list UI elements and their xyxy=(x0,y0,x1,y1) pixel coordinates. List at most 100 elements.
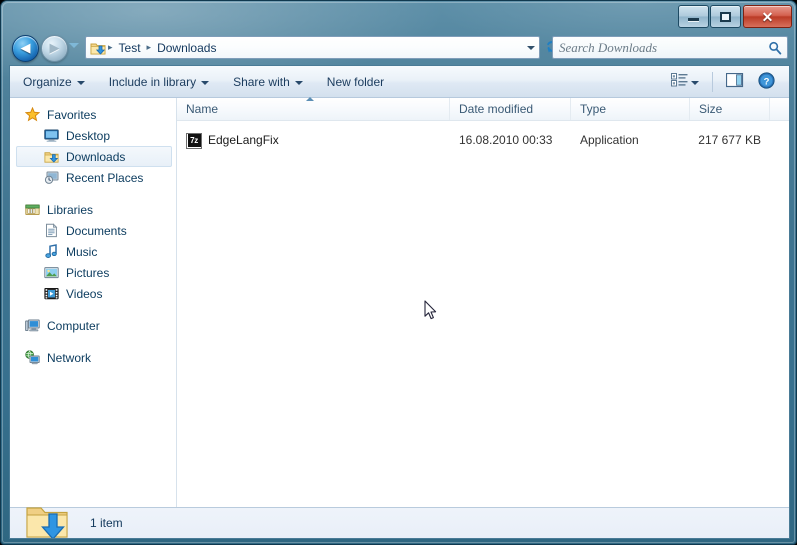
sevenzip-sfx-icon: 7z xyxy=(186,132,202,149)
column-header-type[interactable]: Type xyxy=(571,98,690,120)
column-header-spacer[interactable] xyxy=(770,98,789,120)
sidebar-item-label: Documents xyxy=(66,223,127,238)
column-header-name[interactable]: Name xyxy=(177,98,450,120)
forward-button[interactable]: ▶ xyxy=(41,35,68,62)
address-dropdown-button[interactable] xyxy=(522,37,539,58)
change-view-button[interactable] xyxy=(665,69,705,95)
toolbar-button-new-folder[interactable]: New folder xyxy=(316,69,395,95)
toolbar-label: Share with xyxy=(233,74,290,89)
sidebar-item-label: Desktop xyxy=(66,128,111,143)
downloads-folder-large-icon xyxy=(24,502,70,538)
nav-group-libraries: Libraries Documents Music Pictures Video… xyxy=(10,199,176,304)
computer-icon xyxy=(24,318,40,334)
sidebar-item-label: Favorites xyxy=(47,107,97,122)
file-type-cell: Application xyxy=(580,133,639,147)
file-name-label: EdgeLangFix xyxy=(208,133,279,147)
search-icon[interactable] xyxy=(763,41,787,55)
minimize-icon xyxy=(688,17,699,21)
search-input[interactable] xyxy=(553,38,763,57)
minimize-button[interactable] xyxy=(678,5,709,28)
recent-places-icon xyxy=(43,170,59,186)
sidebar-item-pictures[interactable]: Pictures xyxy=(10,262,176,283)
desktop-icon xyxy=(43,128,59,144)
column-header-size[interactable]: Size xyxy=(690,98,770,120)
sidebar-item-computer[interactable]: Computer xyxy=(10,315,176,336)
libraries-icon xyxy=(24,202,40,218)
maximize-icon xyxy=(720,11,731,22)
sidebar-item-desktop[interactable]: Desktop xyxy=(10,125,176,146)
sidebar-item-label: Videos xyxy=(66,286,103,301)
chevron-down-icon xyxy=(76,80,85,85)
sidebar-item-libraries[interactable]: Libraries xyxy=(10,199,176,220)
nav-group-computer: Computer xyxy=(10,315,176,336)
breadcrumb-item-downloads[interactable]: Downloads xyxy=(153,39,220,57)
toolbar-label: Organize xyxy=(23,74,72,89)
forward-arrow-icon: ▶ xyxy=(49,40,60,56)
item-count-label: 1 item xyxy=(90,516,123,530)
sidebar-item-label: Network xyxy=(47,350,92,365)
file-date-modified-cell: 16.08.2010 00:33 xyxy=(459,133,553,147)
music-icon xyxy=(43,244,59,260)
chevron-down-icon xyxy=(201,80,210,85)
chevron-down-icon xyxy=(69,43,79,48)
window-controls: ✕ xyxy=(678,5,792,28)
sidebar-item-favorites[interactable]: Favorites xyxy=(10,104,176,125)
command-bar: Organize Include in library Share with N… xyxy=(10,66,789,98)
sidebar-item-label: Libraries xyxy=(47,202,94,217)
sidebar-item-downloads[interactable]: Downloads xyxy=(16,146,172,167)
sidebar-item-recent-places[interactable]: Recent Places xyxy=(10,167,176,188)
star-icon xyxy=(24,107,40,123)
address-bar[interactable]: ▸ Test ▸ Downloads xyxy=(85,36,540,59)
downloads-folder-icon xyxy=(90,40,106,56)
toolbar-divider xyxy=(712,71,713,92)
sidebar-item-videos[interactable]: Videos xyxy=(10,283,176,304)
search-box[interactable] xyxy=(552,36,788,59)
sidebar-item-label: Music xyxy=(66,244,98,259)
network-icon xyxy=(24,350,40,366)
toolbar-label: New folder xyxy=(326,74,385,89)
toolbar-button-organize[interactable]: Organize xyxy=(12,69,96,95)
maximize-button[interactable] xyxy=(710,5,741,28)
close-button[interactable]: ✕ xyxy=(743,5,792,28)
documents-icon xyxy=(43,223,59,239)
sevenzip-icon-label: 7z xyxy=(187,134,201,147)
column-header-date-modified[interactable]: Date modified xyxy=(450,98,571,120)
chevron-down-icon xyxy=(691,80,699,85)
breadcrumb-item-test[interactable]: Test xyxy=(115,39,145,57)
downloads-folder-icon xyxy=(43,149,59,165)
view-list-icon xyxy=(671,73,688,90)
file-list-view[interactable]: Name Date modified Type Size 7z EdgeLang… xyxy=(177,97,789,507)
svg-text:?: ? xyxy=(764,76,770,87)
sidebar-item-label: Computer xyxy=(47,318,100,333)
help-button[interactable]: ? xyxy=(752,69,781,95)
back-button[interactable]: ◀ xyxy=(12,35,39,62)
toolbar-button-include-in-library[interactable]: Include in library xyxy=(98,69,220,95)
recent-pages-dropdown-button[interactable] xyxy=(69,43,80,53)
file-name-cell[interactable]: 7z EdgeLangFix xyxy=(186,130,450,151)
sidebar-item-label: Recent Places xyxy=(66,170,144,185)
file-size-cell: 217 677 KB xyxy=(698,133,761,147)
sidebar-item-label: Downloads xyxy=(66,149,126,164)
preview-pane-button[interactable] xyxy=(720,69,750,95)
column-header-row: Name Date modified Type Size xyxy=(177,97,789,121)
explorer-window: ✕ ◀ ▶ ▸ Test ▸ Downloads Search Download… xyxy=(0,0,797,545)
sidebar-item-music[interactable]: Music xyxy=(10,241,176,262)
close-icon: ✕ xyxy=(761,8,774,25)
breadcrumb: ▸ Test ▸ Downloads xyxy=(86,39,522,57)
sidebar-item-network[interactable]: Network xyxy=(10,347,176,368)
toolbar-label: Include in library xyxy=(108,74,197,89)
chevron-down-icon xyxy=(294,80,303,85)
explorer-client-area: Organize Include in library Share with N… xyxy=(9,65,790,539)
table-row[interactable]: 7z EdgeLangFix 16.08.2010 00:33 Applicat… xyxy=(177,130,789,151)
details-pane: 1 item xyxy=(10,506,789,538)
sidebar-item-documents[interactable]: Documents xyxy=(10,220,176,241)
title-bar[interactable]: ✕ xyxy=(1,1,796,30)
navigation-pane[interactable]: Favorites Desktop Downloads Recent Place… xyxy=(10,98,177,507)
nav-group-network: Network xyxy=(10,347,176,368)
breadcrumb-separator: ▸ xyxy=(108,42,113,53)
sidebar-item-label: Pictures xyxy=(66,265,110,280)
videos-icon xyxy=(43,286,59,302)
toolbar-button-share-with[interactable]: Share with xyxy=(222,69,314,95)
back-arrow-icon: ◀ xyxy=(20,40,31,56)
help-icon: ? xyxy=(758,71,775,92)
